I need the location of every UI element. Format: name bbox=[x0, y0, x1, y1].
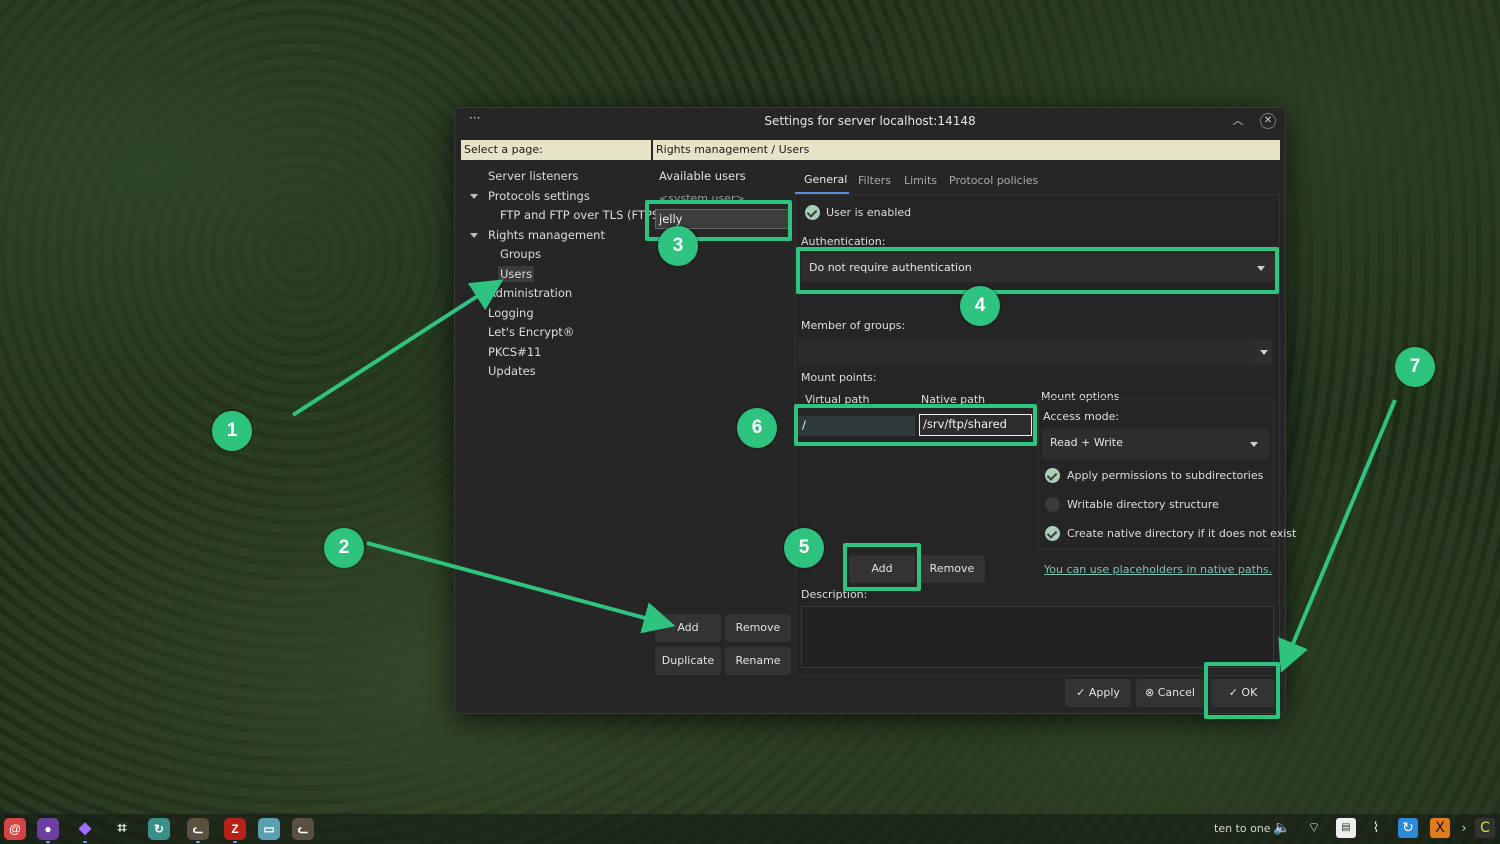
running-indicator bbox=[233, 841, 237, 843]
app-tray-icon[interactable]: X bbox=[1430, 818, 1450, 838]
arrow-2 bbox=[366, 541, 676, 634]
firefox-icon[interactable]: ● bbox=[37, 818, 59, 840]
updates-tray-icon[interactable]: C bbox=[1475, 818, 1495, 838]
highlight-add-mount bbox=[843, 543, 921, 591]
arrow-7 bbox=[1278, 399, 1397, 673]
running-indicator bbox=[196, 841, 200, 843]
arrow-1 bbox=[291, 279, 504, 417]
highlight-authentication bbox=[796, 247, 1279, 294]
wifi-icon[interactable]: ⌔ bbox=[1304, 818, 1324, 838]
step-badge-2: 2 bbox=[324, 528, 364, 568]
chevron-right-icon[interactable]: › bbox=[1454, 818, 1474, 838]
obsidian-icon[interactable]: ◆ bbox=[74, 818, 96, 840]
highlight-mount-point bbox=[794, 404, 1037, 446]
running-indicator bbox=[46, 841, 50, 843]
notes-icon[interactable]: ▤ bbox=[1336, 818, 1356, 838]
volume-icon[interactable]: 🔈 bbox=[1272, 818, 1292, 838]
highlight-ok bbox=[1204, 662, 1280, 719]
debian-icon[interactable]: @ bbox=[4, 818, 26, 840]
cat-icon[interactable]: ᓚ bbox=[187, 818, 209, 840]
sync-tray-icon[interactable]: ↻ bbox=[1398, 818, 1418, 838]
step-badge-5: 5 bbox=[784, 528, 824, 568]
clock[interactable]: ten to one bbox=[1214, 822, 1271, 835]
step-badge-1: 1 bbox=[212, 411, 252, 451]
files-icon[interactable]: ▭ bbox=[258, 818, 280, 840]
step-badge-3: 3 bbox=[658, 226, 698, 266]
step-badge-7: 7 bbox=[1395, 347, 1435, 387]
paperclip-icon[interactable]: ⌇ bbox=[1366, 818, 1386, 838]
step-badge-6: 6 bbox=[737, 408, 777, 448]
running-indicator bbox=[83, 841, 87, 843]
step-badge-4: 4 bbox=[960, 286, 1000, 326]
sync-icon[interactable]: ↻ bbox=[148, 818, 170, 840]
cat-icon[interactable]: ᓚ bbox=[292, 818, 314, 840]
screenshot-icon[interactable]: ⌗ bbox=[111, 818, 133, 840]
filezilla-icon[interactable]: Z bbox=[224, 818, 246, 840]
